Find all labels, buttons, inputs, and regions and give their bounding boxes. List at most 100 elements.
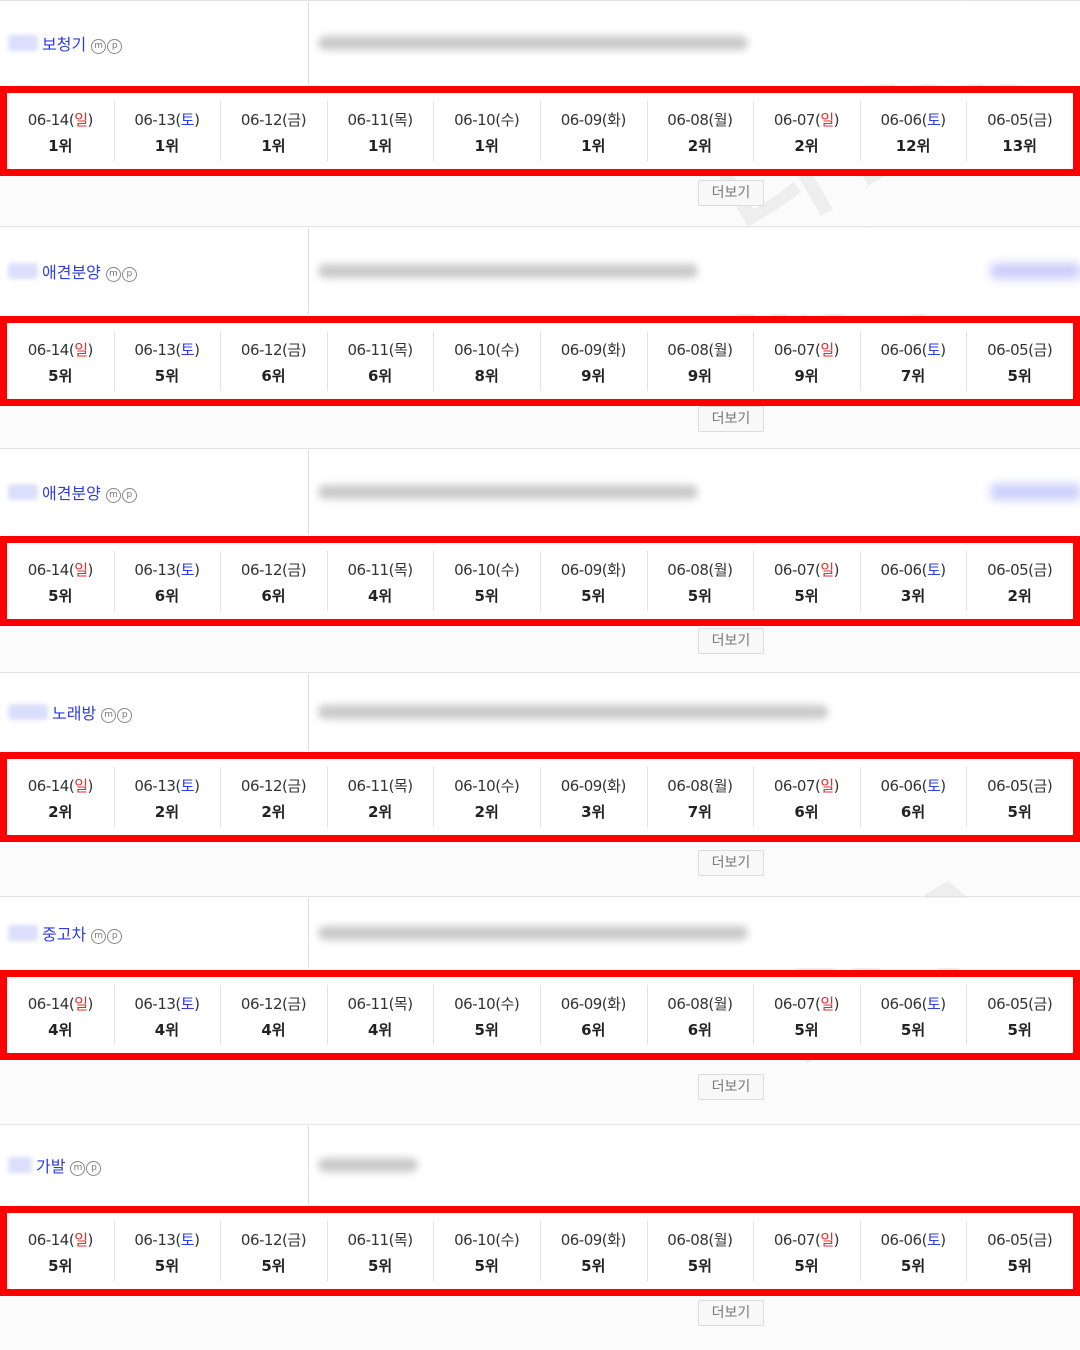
daily-rank-cell: 06-08(월) 5위 [646, 543, 754, 619]
daily-rank-cell: 06-05(금) 5위 [966, 977, 1073, 1053]
rank-value: 2위 [261, 802, 286, 821]
keyword-row: 가발 m p [8, 1126, 102, 1204]
keyword-link[interactable]: 중고차 [42, 921, 86, 945]
weekday-label: 월 [713, 560, 728, 579]
mobile-pc-badges: mp [90, 38, 123, 54]
rank-value: 2위 [1007, 586, 1032, 605]
header-divider [308, 450, 309, 534]
keyword-link[interactable]: 노래방 [52, 700, 96, 724]
rank-value: 5위 [794, 586, 819, 605]
daily-rank-cell: 06-13(토) 5위 [113, 1213, 221, 1289]
weekday-label: 일 [74, 994, 88, 1013]
date-label: 06-08(월) [667, 1230, 733, 1249]
more-button[interactable]: 더보기 [698, 180, 764, 206]
daily-rank-cell: 06-09(화) 9위 [539, 323, 647, 399]
daily-rank-cell: 06-12(금) 4위 [220, 977, 327, 1053]
weekday-label: 수 [500, 340, 515, 359]
redacted-store-name [8, 1157, 32, 1173]
keyword-link[interactable]: 가발 [36, 1153, 65, 1177]
daily-rank-cell: 06-06(토) 7위 [859, 323, 967, 399]
date-label: 06-11(목) [347, 776, 414, 795]
date-label: 06-09(화) [560, 776, 627, 795]
more-button[interactable]: 더보기 [698, 406, 764, 432]
date-label: 06-09(화) [560, 1230, 627, 1249]
weekday-label: 금 [287, 1230, 301, 1249]
mobile-badge-icon[interactable]: m [101, 707, 117, 723]
date-label: 06-12(금) [240, 994, 307, 1013]
weekday-label: 금 [287, 110, 301, 129]
rank-value: 6위 [900, 802, 926, 821]
keyword-header: 보청기 m p [0, 2, 1080, 84]
keyword-link[interactable]: 애견분양 [42, 480, 101, 504]
date-label: 06-12(금) [240, 1230, 307, 1249]
date-label: 06-05(금) [987, 776, 1053, 795]
daily-rank-cell: 06-09(화) 5위 [539, 1213, 647, 1289]
keyword-link[interactable]: 애견분양 [42, 259, 101, 283]
header-divider [308, 2, 309, 84]
daily-rank-cell: 06-12(금) 2위 [220, 759, 327, 835]
weekday-label: 목 [393, 994, 408, 1013]
daily-rank-cell: 06-11(목) 5위 [326, 1213, 434, 1289]
weekday-label: 토 [926, 1230, 941, 1249]
keyword-link[interactable]: 보청기 [42, 31, 86, 55]
daily-rank-cell: 06-11(목) 4위 [326, 543, 434, 619]
rank-value: 1위 [261, 136, 286, 155]
weekday-label: 토 [926, 560, 941, 579]
daily-rank-cell: 06-09(화) 6위 [539, 977, 647, 1053]
pc-badge-icon[interactable]: p [117, 707, 133, 723]
daily-rank-cell: 06-11(목) 4위 [326, 977, 434, 1053]
more-button[interactable]: 더보기 [698, 628, 764, 654]
date-label: 06-05(금) [987, 340, 1053, 359]
rank-value: 5위 [794, 1256, 819, 1275]
weekday-label: 토 [926, 340, 941, 359]
redacted-url [318, 926, 748, 940]
keyword-section: 애견분양 m p 06-14(일) 5위 06-13(토) 6위 06-12(금) 6위 06-1… [0, 448, 1080, 672]
daily-rank-strip: 06-14(일) 5위 06-13(토) 5위 06-12(금) 5위 06-11(목) 5위… [0, 1206, 1080, 1296]
pc-badge-icon[interactable]: p [107, 38, 123, 54]
weekday-label: 목 [393, 560, 408, 579]
date-label: 06-14(일) [27, 994, 94, 1013]
pc-badge-icon[interactable]: p [121, 266, 137, 282]
date-label: 06-14(일) [27, 110, 94, 129]
rank-value: 1위 [581, 136, 606, 155]
mobile-badge-icon[interactable]: m [105, 487, 121, 503]
redacted-store-name [8, 484, 38, 500]
weekday-label: 일 [74, 110, 88, 129]
weekday-label: 토 [180, 560, 195, 579]
pc-badge-icon[interactable]: p [121, 487, 137, 503]
rank-value: 6위 [154, 586, 180, 605]
mobile-badge-icon[interactable]: m [91, 38, 107, 54]
more-button[interactable]: 더보기 [698, 1300, 764, 1326]
keyword-header: 애견분양 m p [0, 228, 1080, 314]
rank-value: 5위 [261, 1256, 286, 1275]
date-label: 06-10(수) [454, 994, 520, 1013]
keyword-section: 노래방 m p 06-14(일) 2위 06-13(토) 2위 06-12(금) 2위 06-11… [0, 672, 1080, 896]
mobile-badge-icon[interactable]: m [91, 928, 107, 944]
rank-value: 5위 [474, 586, 499, 605]
weekday-label: 일 [820, 340, 834, 359]
weekday-label: 금 [287, 776, 301, 795]
daily-rank-cell: 06-06(토) 3위 [859, 543, 967, 619]
redacted-store-name [8, 263, 38, 279]
rank-value: 2위 [794, 136, 819, 155]
daily-rank-strip: 06-14(일) 1위 06-13(토) 1위 06-12(금) 1위 06-11(목) 1위… [0, 86, 1080, 176]
more-button[interactable]: 더보기 [698, 850, 764, 876]
weekday-label: 목 [393, 776, 408, 795]
weekday-label: 일 [74, 776, 88, 795]
pc-badge-icon[interactable]: p [86, 1160, 102, 1176]
date-label: 06-07(일) [773, 776, 840, 795]
daily-rank-cell: 06-07(일) 6위 [753, 759, 860, 835]
pc-badge-icon[interactable]: p [107, 928, 123, 944]
redacted-tag [990, 263, 1080, 279]
weekday-label: 금 [1033, 1230, 1048, 1249]
date-label: 06-13(토) [134, 1230, 200, 1249]
keyword-header: 노래방 m p [0, 674, 1080, 750]
daily-rank-strip: 06-14(일) 5위 06-13(토) 6위 06-12(금) 6위 06-11(목) 4위… [0, 536, 1080, 626]
mobile-badge-icon[interactable]: m [105, 266, 121, 282]
date-label: 06-08(월) [667, 340, 733, 359]
more-button[interactable]: 더보기 [698, 1074, 764, 1100]
daily-rank-cell: 06-05(금) 2위 [966, 543, 1073, 619]
mobile-badge-icon[interactable]: m [70, 1160, 86, 1176]
weekday-label: 금 [1033, 776, 1048, 795]
section-divider [0, 1124, 1080, 1125]
